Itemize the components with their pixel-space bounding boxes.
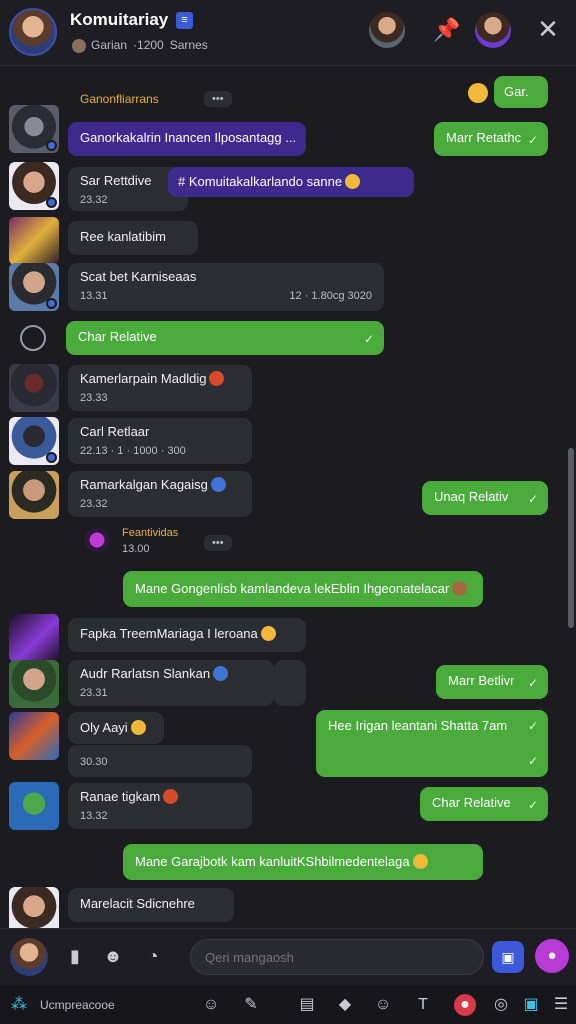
member-avatar[interactable] (369, 12, 405, 48)
message-composer: ▮ ☻ ◔ ▣ ● (0, 928, 576, 984)
received-message[interactable]: Oly Aayi (68, 712, 164, 744)
sender-avatar[interactable] (9, 263, 59, 311)
people-icon[interactable]: ⁂ (8, 994, 30, 1016)
system-sender-name: Ganonfliarrans (80, 92, 159, 106)
chat-header: Komuitariay ≡ Garian ·1200 Sarnes 📌 ✕ (0, 0, 576, 66)
edit-icon[interactable]: ✎ (240, 994, 262, 1016)
timer-icon[interactable]: ◔ (140, 943, 166, 969)
group-avatar[interactable] (9, 8, 57, 56)
chat-title: Komuitariay (70, 10, 169, 29)
chat-subtitle: Garian ·1200 Sarnes (72, 38, 214, 53)
close-icon[interactable]: ✕ (530, 12, 566, 48)
send-media-button[interactable]: ▣ (492, 941, 524, 973)
bottom-toolbar: ⁂ Ucmpreacooe ☺ ✎ ▤ ◆ ☺ T ● ◎ ▣ ☰ (0, 985, 576, 1024)
message-options[interactable] (274, 660, 306, 706)
verified-badge-icon: ≡ (176, 12, 193, 29)
voice-button[interactable]: ● (535, 939, 569, 973)
system-sender-name: Feantividas (122, 527, 179, 539)
member-avatar-icon (72, 38, 86, 53)
typing-indicator: ••• (204, 91, 232, 107)
received-message[interactable]: Ramarkalgan Kagaisg 23.32 (68, 471, 252, 517)
received-message[interactable]: Scat bet Karniseaas 13.31 12 · 1.80cg 3020 (68, 263, 384, 311)
sender-avatar[interactable] (9, 217, 59, 265)
message-timestamp: 13.00 (122, 543, 150, 555)
menu-icon[interactable]: ☰ (550, 994, 572, 1016)
sender-avatar[interactable] (9, 162, 59, 210)
sent-message[interactable]: Char Relative ✓ (420, 787, 548, 821)
emoji-icon[interactable]: ☺ (200, 994, 222, 1016)
received-message[interactable]: Ranae tigkam 13.32 (68, 783, 252, 829)
sent-message[interactable]: Unaq Relativ ✓ (422, 481, 548, 515)
sender-avatar[interactable] (9, 471, 59, 519)
received-message[interactable]: Carl Retlaar 22.13 · 1 · 1000 · 300 (68, 418, 252, 464)
gallery-icon[interactable]: ▤ (296, 994, 318, 1016)
attachment-icon[interactable]: ▮ (62, 943, 88, 969)
sticker-icon[interactable]: ☻ (100, 943, 126, 969)
received-message[interactable]: Fapka TreemMariaga I leroana (68, 618, 306, 652)
text-icon[interactable]: T (412, 994, 434, 1016)
sent-message[interactable]: Mane Garajbotk kam kanluitKShbilmedentel… (123, 844, 483, 880)
sender-avatar[interactable] (9, 712, 59, 760)
bookmark-icon[interactable]: ◆ (334, 994, 356, 1016)
sent-message[interactable]: Mane Gongenlisb kamlandeva lekEblin Ihge… (123, 571, 483, 607)
sender-avatar[interactable] (9, 782, 59, 830)
sender-avatar[interactable] (9, 105, 59, 153)
my-avatar[interactable] (10, 938, 48, 976)
sender-avatar[interactable] (9, 364, 59, 412)
camera-icon[interactable]: ◎ (490, 994, 512, 1016)
pin-icon[interactable]: 📌 (429, 14, 465, 50)
sender-avatar[interactable] (84, 527, 110, 553)
sent-message[interactable]: Marr Retathc ✓ (434, 122, 548, 156)
received-message[interactable]: Audr Rarlatsn Slankan 23.31 (68, 660, 274, 706)
received-message[interactable]: Kamerlarpain Madldig 23.33 (68, 365, 252, 411)
layout-icon[interactable]: ▣ (520, 994, 542, 1016)
sent-message[interactable]: Marr Betlivr ✓ (436, 665, 548, 699)
profile-avatar[interactable] (475, 12, 511, 48)
reply-icon[interactable] (20, 325, 46, 351)
received-message[interactable]: Marelacit Sdicnehre (68, 888, 234, 922)
sent-message[interactable]: Hee Irigan leantani Shatta 7am ✓ ✓ (316, 710, 548, 777)
sender-avatar[interactable] (9, 660, 59, 708)
typing-indicator: ••• (204, 535, 232, 551)
sent-message[interactable]: Char Relative ✓ (66, 321, 384, 355)
scrollbar-thumb[interactable] (568, 448, 574, 628)
reaction-icon[interactable]: ☺ (372, 994, 394, 1016)
chat-scrollbar[interactable] (568, 68, 574, 928)
received-message[interactable]: 30.30 (68, 745, 252, 777)
sender-avatar[interactable] (9, 417, 59, 465)
received-message[interactable]: Ree kanlatibim (68, 221, 198, 255)
sender-avatar[interactable] (9, 614, 59, 662)
sent-message[interactable]: Gar. (494, 76, 548, 108)
received-message[interactable]: # Komuitakalkarlando sanne (168, 167, 414, 197)
record-icon[interactable]: ● (454, 994, 476, 1016)
message-list: Ganonfliarrans ••• Gar. Ganorkakalrin In… (0, 67, 576, 935)
toolbar-label: Ucmpreacooe (40, 998, 115, 1012)
message-input[interactable] (190, 939, 484, 975)
received-message[interactable]: Ganorkakalrin Inancen Ilposantagg ... (68, 122, 306, 156)
reaction-emoji-icon[interactable] (468, 83, 488, 103)
